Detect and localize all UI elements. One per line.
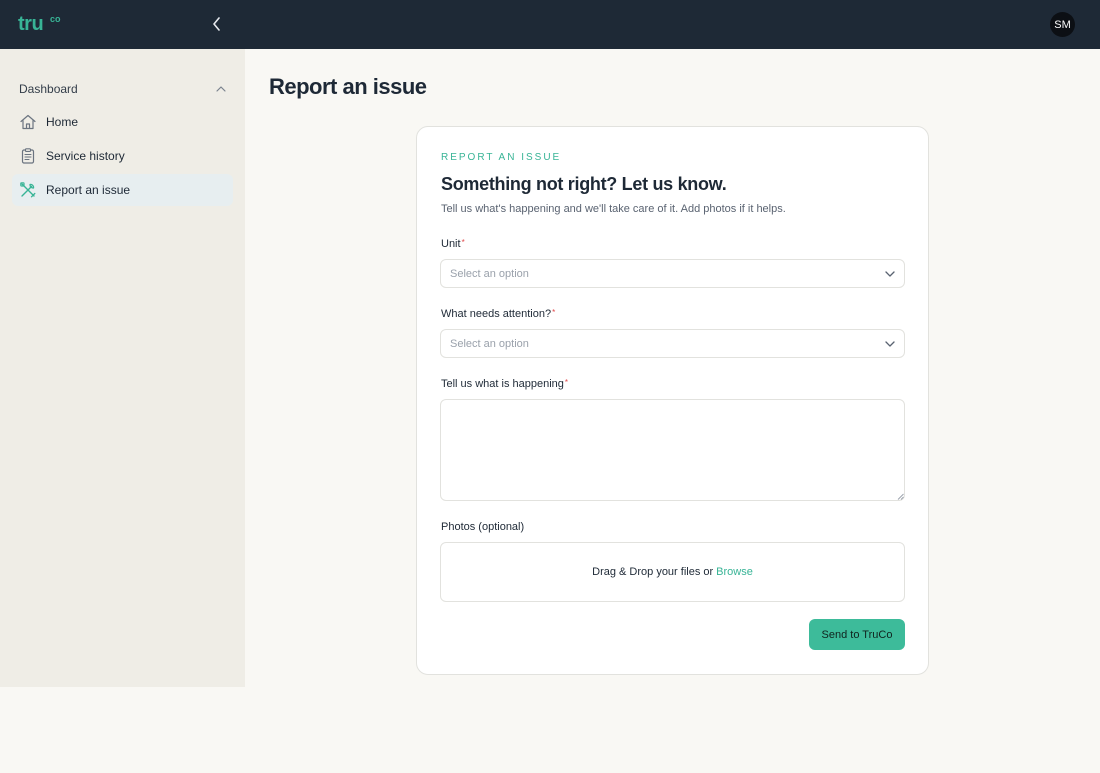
form-eyebrow: REPORT AN ISSUE xyxy=(441,152,562,163)
browse-link[interactable]: Browse xyxy=(716,566,753,578)
required-marker: * xyxy=(564,378,569,387)
sidebar-group-dashboard[interactable]: Dashboard xyxy=(19,82,226,96)
sidebar-item-label: Service history xyxy=(46,149,125,163)
home-icon xyxy=(19,113,37,131)
unit-label-text: Unit xyxy=(441,238,461,250)
chevron-down-icon xyxy=(885,270,895,277)
form-headline: Something not right? Let us know. xyxy=(441,174,727,194)
sidebar: Dashboard Home Service history Report an… xyxy=(0,49,245,687)
description-textarea[interactable] xyxy=(440,399,905,501)
sidebar-item-label: Home xyxy=(46,115,79,129)
clipboard-icon xyxy=(19,147,37,165)
chevron-left-icon xyxy=(213,17,220,31)
photos-label: Photos (optional) xyxy=(441,521,525,533)
logo-superscript: co xyxy=(50,14,61,24)
page-title: Report an issue xyxy=(269,74,427,99)
chevron-up-icon xyxy=(216,86,226,92)
form-description: Tell us what's happening and we'll take … xyxy=(441,203,786,215)
attention-select[interactable]: Select an option xyxy=(440,329,905,358)
sidebar-group-label: Dashboard xyxy=(19,82,78,96)
description-label: Tell us what is happening* xyxy=(441,378,568,390)
sidebar-item-service-history[interactable]: Service history xyxy=(12,140,233,172)
attention-label: What needs attention?* xyxy=(441,308,555,320)
dropzone-text: Drag & Drop your files or xyxy=(592,566,714,578)
send-button[interactable]: Send to TruCo xyxy=(809,619,905,650)
unit-label: Unit* xyxy=(441,238,465,250)
required-marker: * xyxy=(552,308,556,317)
top-bar: tru co SM xyxy=(0,0,1100,49)
report-form-card: REPORT AN ISSUE Something not right? Let… xyxy=(416,126,929,675)
unit-select-placeholder: Select an option xyxy=(450,267,529,280)
unit-select[interactable]: Select an option xyxy=(440,259,905,288)
resize-handle-icon[interactable] xyxy=(897,493,904,500)
chevron-down-icon xyxy=(885,340,895,347)
sidebar-item-report-an-issue[interactable]: Report an issue xyxy=(12,174,233,206)
description-label-text: Tell us what is happening xyxy=(441,378,564,390)
attention-label-text: What needs attention? xyxy=(441,308,552,320)
sidebar-item-label: Report an issue xyxy=(46,183,131,197)
attention-select-placeholder: Select an option xyxy=(450,337,529,350)
photo-dropzone[interactable]: Drag & Drop your files or Browse xyxy=(440,542,905,602)
logo[interactable]: tru xyxy=(18,13,44,35)
tools-icon xyxy=(19,181,37,199)
required-marker: * xyxy=(461,238,465,247)
sidebar-item-home[interactable]: Home xyxy=(12,106,233,138)
collapse-sidebar-button[interactable] xyxy=(207,14,227,34)
avatar[interactable]: SM xyxy=(1050,12,1075,37)
